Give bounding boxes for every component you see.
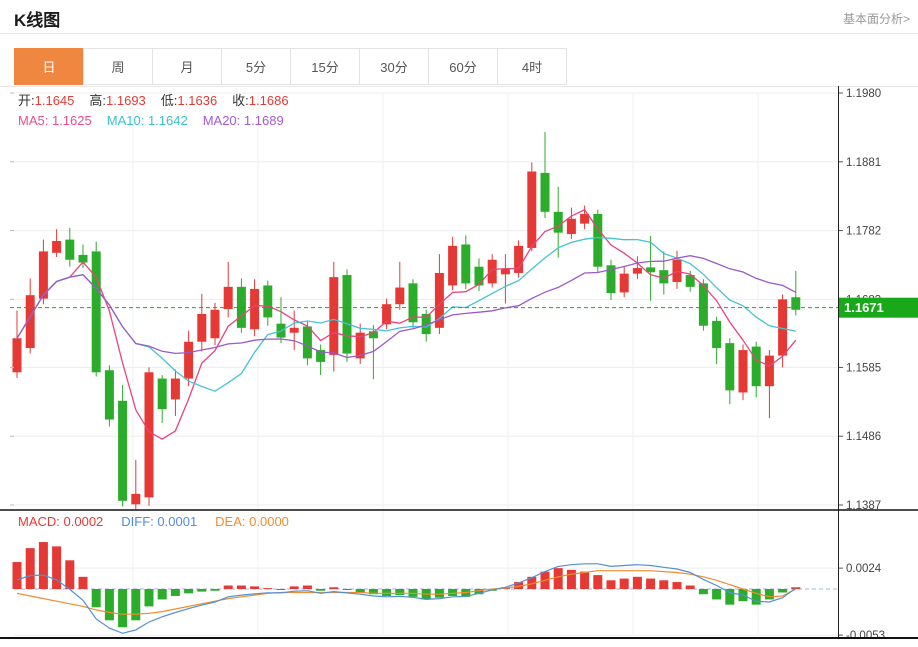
axis-tick-label: 1.1782 bbox=[846, 226, 881, 238]
candle-body bbox=[567, 219, 576, 234]
tab-60min[interactable]: 60分 bbox=[428, 48, 498, 85]
kline-chart[interactable]: 1.19801.18811.17821.16831.15851.14861.13… bbox=[0, 86, 918, 647]
candle-body bbox=[184, 342, 193, 379]
diff-item: DIFF: 0.0001 bbox=[121, 514, 197, 529]
candle-body bbox=[541, 173, 550, 212]
tab-4hour[interactable]: 4时 bbox=[497, 48, 567, 85]
candle-body bbox=[461, 244, 470, 283]
candle-body bbox=[290, 328, 299, 333]
candle-body bbox=[725, 343, 734, 390]
ma10-value: 1.1642 bbox=[148, 113, 188, 128]
close-item: 收:1.1686 bbox=[232, 91, 288, 111]
macd-value: 0.0002 bbox=[64, 514, 104, 529]
axis-tick-label: 0.0024 bbox=[846, 563, 882, 575]
candle-body bbox=[224, 287, 233, 309]
candle-body bbox=[488, 260, 497, 284]
candle-body bbox=[527, 172, 536, 248]
tab-daily[interactable]: 日 bbox=[14, 48, 84, 85]
open-value: 1.1645 bbox=[35, 93, 75, 108]
ohlc-row: 开:1.1645 高:1.1693 低:1.1636 收:1.1686 bbox=[18, 91, 289, 111]
candle-body bbox=[118, 401, 127, 501]
axis-tick-label: 1.1980 bbox=[846, 88, 881, 100]
candle-body bbox=[395, 288, 404, 305]
close-value: 1.1686 bbox=[249, 93, 289, 108]
candle-body bbox=[501, 269, 510, 275]
candle-body bbox=[145, 372, 154, 497]
candle-body bbox=[475, 267, 484, 286]
ma10-item: MA10: 1.1642 bbox=[107, 111, 188, 131]
axis-tick-label: 1.1486 bbox=[846, 431, 881, 443]
candle-body bbox=[197, 314, 206, 342]
candle-body bbox=[52, 241, 61, 253]
tab-5min[interactable]: 5分 bbox=[221, 48, 291, 85]
candle-body bbox=[158, 379, 167, 410]
candle-body bbox=[131, 494, 140, 504]
ma20-value: 1.1689 bbox=[244, 113, 284, 128]
candle-body bbox=[329, 277, 338, 355]
axis-tick-label: 1.1881 bbox=[846, 157, 881, 169]
candle-body bbox=[712, 321, 721, 348]
tab-weekly[interactable]: 周 bbox=[83, 48, 153, 85]
tab-monthly[interactable]: 月 bbox=[152, 48, 222, 85]
period-tabbar: 日 周 月 5分 15分 30分 60分 4时 bbox=[14, 48, 567, 85]
ohlc-infobar: 开:1.1645 高:1.1693 低:1.1636 收:1.1686 MA5:… bbox=[18, 91, 289, 131]
macd-infobar: MACD: 0.0002 DIFF: 0.0001 DEA: 0.0000 bbox=[18, 514, 289, 529]
tab-15min[interactable]: 15分 bbox=[290, 48, 360, 85]
candle-body bbox=[765, 356, 774, 387]
candle-body bbox=[554, 212, 563, 233]
high-value: 1.1693 bbox=[106, 93, 146, 108]
ma20-item: MA20: 1.1689 bbox=[203, 111, 284, 131]
candle-body bbox=[343, 275, 352, 354]
page-title: K线图 bbox=[14, 6, 60, 31]
ma5-line bbox=[17, 210, 796, 439]
candle-body bbox=[633, 268, 642, 274]
candle-body bbox=[263, 285, 272, 317]
fundamental-analysis-link[interactable]: 基本面分析> bbox=[843, 10, 910, 27]
tab-30min[interactable]: 30分 bbox=[359, 48, 429, 85]
candle-body bbox=[211, 310, 220, 338]
candle-body bbox=[620, 274, 629, 293]
header-divider bbox=[0, 33, 918, 34]
candle-body bbox=[739, 350, 748, 392]
candle-body bbox=[250, 289, 259, 329]
axis-tick-label: -0.0053 bbox=[846, 630, 885, 642]
candle-body bbox=[105, 370, 114, 419]
axis-tick-label: 1.1585 bbox=[846, 362, 881, 374]
diff-value: 0.0001 bbox=[157, 514, 197, 529]
ma5-item: MA5: 1.1625 bbox=[18, 111, 92, 131]
candle-body bbox=[303, 326, 312, 358]
current-price-value: 1.1671 bbox=[844, 300, 884, 315]
dea-item: DEA: 0.0000 bbox=[215, 514, 289, 529]
ma-row: MA5: 1.1625 MA10: 1.1642 MA20: 1.1689 bbox=[18, 111, 289, 131]
kline-page: K线图 基本面分析> 日 周 月 5分 15分 30分 60分 4时 1.198… bbox=[0, 0, 918, 647]
candle-body bbox=[593, 214, 602, 267]
dea-value: 0.0000 bbox=[249, 514, 289, 529]
candle-body bbox=[65, 240, 74, 260]
open-item: 开:1.1645 bbox=[18, 91, 74, 111]
ma5-value: 1.1625 bbox=[52, 113, 92, 128]
candle-body bbox=[171, 379, 180, 400]
candle-body bbox=[752, 347, 761, 387]
low-item: 低:1.1636 bbox=[161, 91, 217, 111]
candle-body bbox=[92, 251, 101, 372]
macd-item: MACD: 0.0002 bbox=[18, 514, 103, 529]
high-item: 高:1.1693 bbox=[89, 91, 145, 111]
low-value: 1.1636 bbox=[177, 93, 217, 108]
candle-body bbox=[448, 246, 457, 286]
